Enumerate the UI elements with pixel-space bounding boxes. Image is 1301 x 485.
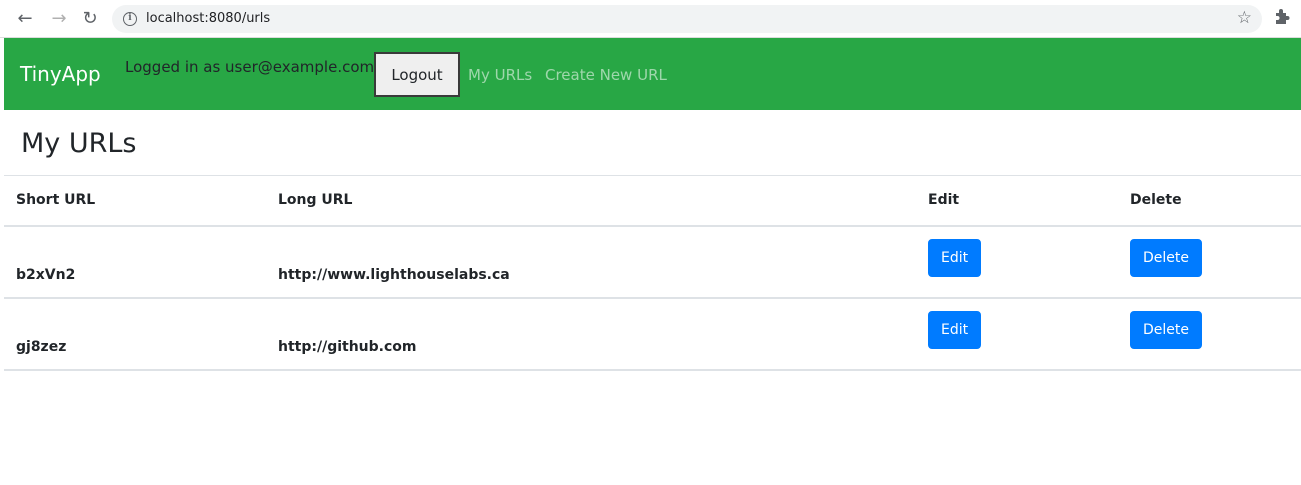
nav-link-my-urls[interactable]: My URLs bbox=[468, 66, 532, 84]
logout-button[interactable]: Logout bbox=[374, 52, 460, 97]
address-bar[interactable]: i localhost:8080/urls ☆ bbox=[112, 5, 1262, 33]
table-row: b2xVn2 http://www.lighthouselabs.ca Edit… bbox=[4, 225, 1301, 299]
page-title: My URLs bbox=[21, 128, 137, 159]
login-status-text: Logged in as user@example.com bbox=[125, 58, 375, 76]
table-header-row: Short URL Long URL Edit Delete bbox=[4, 175, 1301, 227]
delete-cell: Delete bbox=[1118, 297, 1301, 371]
edit-button[interactable]: Edit bbox=[928, 310, 982, 349]
extensions-puzzle-icon[interactable] bbox=[1274, 8, 1292, 28]
delete-button[interactable]: Delete bbox=[1130, 310, 1202, 349]
column-header-short-url: Short URL bbox=[4, 175, 266, 227]
edit-button[interactable]: Edit bbox=[928, 238, 982, 277]
long-url-cell: http://www.lighthouselabs.ca bbox=[266, 225, 916, 299]
long-url-cell: http://github.com bbox=[266, 297, 916, 371]
nav-link-create-new-url[interactable]: Create New URL bbox=[545, 66, 667, 84]
forward-icon[interactable]: → bbox=[48, 8, 70, 30]
brand-logo[interactable]: TinyApp bbox=[20, 62, 101, 86]
app-navbar: TinyApp Logged in as user@example.com Lo… bbox=[4, 38, 1301, 110]
url-text[interactable]: localhost:8080/urls bbox=[146, 11, 270, 26]
delete-button[interactable]: Delete bbox=[1130, 238, 1202, 277]
short-url-cell: b2xVn2 bbox=[4, 225, 266, 299]
delete-cell: Delete bbox=[1118, 225, 1301, 299]
column-header-edit: Edit bbox=[916, 175, 1118, 227]
short-url-cell: gj8zez bbox=[4, 297, 266, 371]
column-header-long-url: Long URL bbox=[266, 175, 916, 227]
column-header-delete: Delete bbox=[1118, 175, 1301, 227]
edit-cell: Edit bbox=[916, 297, 1118, 371]
back-icon[interactable]: ← bbox=[14, 8, 36, 30]
urls-table: Short URL Long URL Edit Delete b2xVn2 ht… bbox=[4, 175, 1301, 371]
browser-toolbar: ← → ↻ i localhost:8080/urls ☆ bbox=[0, 0, 1301, 38]
reload-icon[interactable]: ↻ bbox=[79, 8, 101, 30]
edit-cell: Edit bbox=[916, 225, 1118, 299]
info-icon[interactable]: i bbox=[123, 12, 137, 26]
table-row: gj8zez http://github.com Edit Delete bbox=[4, 297, 1301, 371]
bookmark-star-icon[interactable]: ☆ bbox=[1237, 8, 1252, 28]
